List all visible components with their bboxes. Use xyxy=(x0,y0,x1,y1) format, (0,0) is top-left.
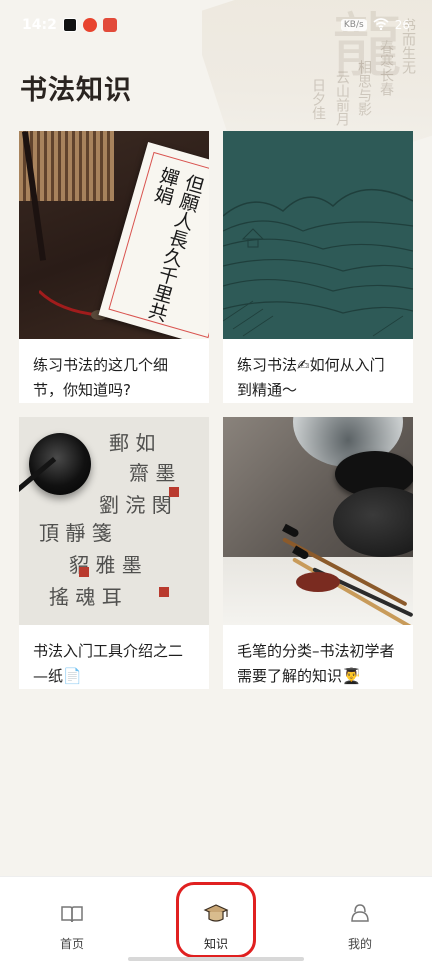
page-title: 书法知识 xyxy=(20,75,132,106)
brushes-inkstone-image xyxy=(223,417,413,625)
nav-item-home[interactable]: 首页 xyxy=(0,877,144,964)
app-notification-icon xyxy=(102,18,117,32)
calligraphy-cloth-image: 郵 如 齋 墨 劉 浣 閔 頂 靜 箋 貂 雅 墨 搖 魂 耳 xyxy=(19,417,209,625)
nav-label-home: 首页 xyxy=(59,937,84,951)
profile-icon xyxy=(347,901,373,927)
nav-label-profile: 我的 xyxy=(347,937,372,951)
article-card[interactable]: 毛笔的分类–书法初学者需要了解的知识👨‍🎓 xyxy=(223,417,413,689)
highlight-annotation xyxy=(176,882,256,958)
status-bar: 14:2 KB/s 26 xyxy=(0,0,432,50)
nav-item-profile[interactable]: 我的 xyxy=(288,877,432,964)
tiktok-icon xyxy=(62,18,77,32)
weibo-icon xyxy=(82,18,97,32)
article-title: 毛笔的分类–书法初学者需要了解的知识👨‍🎓 xyxy=(237,642,395,685)
article-title: 练习书法✍如何从入门到精通～ xyxy=(237,356,385,399)
book-icon xyxy=(59,901,85,927)
article-card[interactable]: 练习书法✍如何从入门到精通～ xyxy=(223,131,413,403)
status-time: 14:2 xyxy=(22,17,57,33)
article-card[interactable]: 郵 如 齋 墨 劉 浣 閔 頂 靜 箋 貂 雅 墨 搖 魂 耳 书法入门工具介绍… xyxy=(19,417,209,689)
battery-level: 26 xyxy=(394,18,410,32)
network-speed-chip: KB/s xyxy=(340,19,367,31)
article-card[interactable]: 但願人長久千里共嬋娟 练习书法的这几个细节，你知道吗? xyxy=(19,131,209,403)
landscape-illustration-image xyxy=(223,131,413,339)
home-indicator[interactable] xyxy=(128,957,304,961)
article-title: 书法入门工具介绍之二—纸📄 xyxy=(33,642,184,685)
article-title: 练习书法的这几个细节，你知道吗? xyxy=(33,356,169,399)
wifi-icon xyxy=(373,17,389,33)
calligraphy-paper-image: 但願人長久千里共嬋娟 xyxy=(19,131,209,339)
